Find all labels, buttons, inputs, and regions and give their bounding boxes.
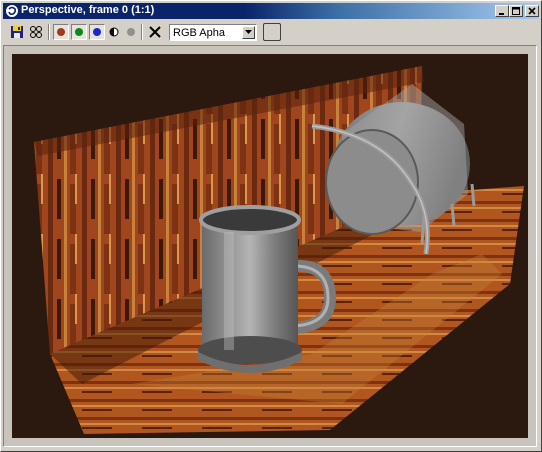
red-channel-icon xyxy=(57,28,65,36)
dropdown-button[interactable] xyxy=(242,26,255,39)
window-title: Perspective, frame 0 (1:1) xyxy=(21,4,155,16)
rendered-scene xyxy=(34,66,524,434)
x-icon xyxy=(149,26,161,38)
render-frame-window: Perspective, frame 0 (1:1) RGB Apha xyxy=(0,0,542,452)
maximize-button[interactable] xyxy=(509,5,523,17)
color-swatch[interactable] xyxy=(263,23,281,41)
rendered-image[interactable] xyxy=(12,54,528,438)
half-circle-icon xyxy=(109,27,119,37)
blue-channel-button[interactable] xyxy=(89,24,105,40)
monochrome-button[interactable] xyxy=(106,24,122,40)
clear-button[interactable] xyxy=(147,24,163,40)
toolbar-separator xyxy=(48,24,50,40)
save-image-button[interactable] xyxy=(9,24,25,40)
chevron-down-icon xyxy=(245,30,252,34)
minimize-icon xyxy=(499,13,504,15)
app-logo-icon[interactable] xyxy=(5,4,19,18)
minimize-button[interactable] xyxy=(495,5,509,17)
floppy-disk-icon xyxy=(11,26,23,38)
clone-icon xyxy=(30,26,42,38)
channel-select[interactable]: RGB Apha xyxy=(169,24,257,41)
alpha-channel-icon xyxy=(127,28,135,36)
clone-window-button[interactable] xyxy=(28,24,44,40)
green-channel-icon xyxy=(75,28,83,36)
render-toolbar: RGB Apha xyxy=(3,21,539,43)
green-channel-button[interactable] xyxy=(71,24,87,40)
alpha-channel-button[interactable] xyxy=(123,24,139,40)
channel-select-value: RGB Apha xyxy=(173,27,225,39)
maximize-icon xyxy=(512,7,520,15)
blue-channel-icon xyxy=(93,28,101,36)
render-frame xyxy=(3,45,537,447)
close-icon xyxy=(528,7,536,15)
title-bar[interactable]: Perspective, frame 0 (1:1) xyxy=(3,3,539,19)
toolbar-separator xyxy=(141,24,143,40)
red-channel-button[interactable] xyxy=(53,24,69,40)
close-button[interactable] xyxy=(525,5,539,17)
